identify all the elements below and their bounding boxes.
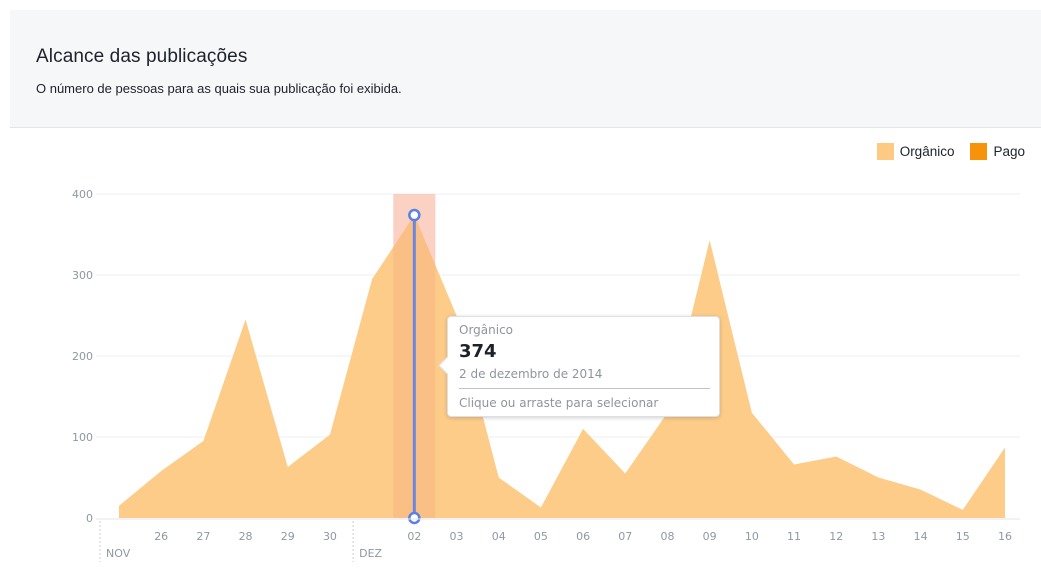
- tooltip-separator: [459, 388, 710, 389]
- month-label: NOV: [106, 547, 131, 560]
- x-tick-label: 07: [618, 530, 632, 543]
- x-tick-label: 02: [407, 530, 421, 543]
- hover-point-top: [408, 208, 421, 222]
- y-tick-label: 300: [72, 269, 93, 282]
- x-tick-label: 15: [956, 530, 970, 543]
- x-tick-label: 03: [450, 530, 464, 543]
- legend-label-paid: Pago: [993, 144, 1025, 159]
- x-tick-label: 16: [998, 530, 1012, 543]
- tooltip-series: Orgânico: [459, 323, 514, 337]
- y-tick-label: 0: [86, 512, 93, 525]
- x-tick-label: 10: [745, 530, 759, 543]
- legend-label-organic: Orgânico: [899, 144, 955, 159]
- legend-swatch-organic: [876, 143, 894, 160]
- x-tick-label: 29: [281, 530, 295, 543]
- y-tick-label: 100: [72, 431, 93, 444]
- legend-item-paid[interactable]: Pago: [970, 143, 1025, 160]
- x-tick-label: 12: [829, 530, 843, 543]
- chart-tooltip: Orgânico 374 2 de dezembro de 2014 Cliqu…: [438, 316, 720, 417]
- tooltip-value: 374: [459, 341, 497, 362]
- x-tick-label: 28: [239, 530, 253, 543]
- month-label: DEZ: [359, 547, 382, 560]
- x-tick-label: 11: [787, 530, 801, 543]
- x-tick-label: 26: [154, 530, 168, 543]
- y-tick-label: 400: [72, 188, 93, 201]
- x-tick-label: 04: [492, 530, 506, 543]
- legend-swatch-paid: [970, 143, 988, 160]
- tooltip-date: 2 de dezembro de 2014: [459, 367, 603, 381]
- x-tick-label: 30: [323, 530, 337, 543]
- x-tick-label: 27: [196, 530, 210, 543]
- x-tick-label: 14: [914, 530, 928, 543]
- reach-chart[interactable]: 0 100 200 300 400 26 27 28 29 30 02 03 04 05 06 07 08 09 1…: [0, 0, 1041, 570]
- tooltip-action-hint: Clique ou arraste para selecionar: [459, 396, 659, 410]
- x-tick-label: 09: [703, 530, 717, 543]
- chart-legend: Orgânico Pago: [867, 143, 1025, 160]
- x-tick-label: 08: [660, 530, 674, 543]
- y-tick-label: 200: [72, 350, 93, 363]
- x-tick-label: 05: [534, 530, 548, 543]
- x-tick-label: 13: [871, 530, 885, 543]
- legend-item-organic[interactable]: Orgânico: [876, 143, 955, 160]
- x-tick-label: 06: [576, 530, 590, 543]
- hover-point-bottom: [408, 511, 421, 525]
